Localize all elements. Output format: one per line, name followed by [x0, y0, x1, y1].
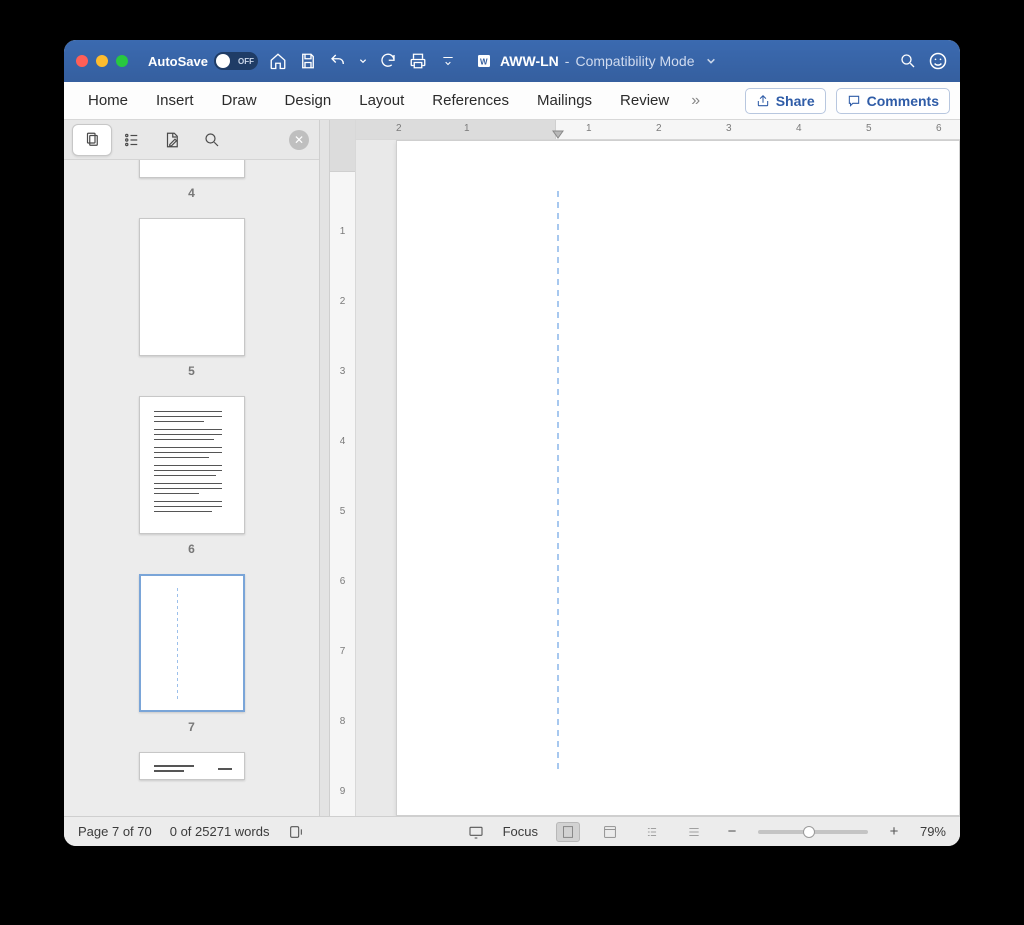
editor-area: 2 1 1 2 3 4 5 6 1 2 3 4 5 6 7 8 9 — [320, 120, 960, 816]
navigation-pane: ✕ 4 5 — [64, 120, 320, 816]
thumbnail-label-5: 5 — [188, 364, 195, 378]
vruler-tick: 4 — [330, 436, 355, 447]
traffic-lights — [76, 55, 128, 67]
status-word-count[interactable]: 0 of 25271 words — [170, 824, 270, 839]
zoom-percent[interactable]: 79% — [920, 824, 946, 839]
search-icon[interactable] — [898, 51, 918, 71]
thumbnail-page-6[interactable] — [139, 396, 245, 534]
ruler-gutter — [320, 120, 330, 816]
dictation-icon[interactable] — [287, 823, 305, 841]
autosave-switch[interactable]: OFF — [214, 52, 258, 70]
nav-tab-thumbnails[interactable] — [72, 124, 112, 156]
vruler-tick: 7 — [330, 646, 355, 657]
account-icon[interactable] — [928, 51, 948, 71]
word-doc-icon: W — [474, 51, 494, 71]
title-dropdown-icon[interactable] — [701, 51, 721, 71]
vruler-tick: 2 — [330, 296, 355, 307]
zoom-out-button[interactable]: − — [724, 824, 740, 840]
home-icon[interactable] — [268, 51, 288, 71]
tab-references[interactable]: References — [418, 82, 523, 119]
nav-tab-find[interactable] — [192, 124, 232, 156]
ribbon-overflow-icon[interactable]: » — [683, 92, 708, 110]
tab-layout[interactable]: Layout — [345, 82, 418, 119]
page-7[interactable] — [396, 140, 960, 816]
app-window: AutoSave OFF W AWW-LN - Compatibility Mo… — [64, 40, 960, 846]
vruler-tick: 1 — [330, 226, 355, 237]
thumbnail-label-4: 4 — [188, 186, 195, 200]
focus-label[interactable]: Focus — [503, 824, 538, 839]
undo-dropdown-icon[interactable] — [358, 51, 368, 71]
svg-text:W: W — [480, 57, 488, 66]
zoom-in-button[interactable]: + — [886, 824, 902, 840]
status-bar: Page 7 of 70 0 of 25271 words Focus − + … — [64, 816, 960, 846]
thumbnails-icon — [83, 131, 101, 149]
comment-icon — [847, 94, 861, 108]
vruler-tick: 5 — [330, 506, 355, 517]
status-page[interactable]: Page 7 of 70 — [78, 824, 152, 839]
nav-tab-review[interactable] — [152, 124, 192, 156]
view-outline[interactable] — [640, 822, 664, 842]
tab-home[interactable]: Home — [74, 82, 142, 119]
tab-insert[interactable]: Insert — [142, 82, 208, 119]
vruler-tick: 8 — [330, 716, 355, 727]
document-title[interactable]: W AWW-LN - Compatibility Mode — [474, 51, 721, 71]
doc-mode: Compatibility Mode — [575, 53, 694, 69]
doc-name: AWW-LN — [500, 53, 559, 69]
tab-design[interactable]: Design — [271, 82, 346, 119]
tab-draw[interactable]: Draw — [208, 82, 271, 119]
tab-review[interactable]: Review — [606, 82, 683, 119]
thumbnail-label-7: 7 — [188, 720, 195, 734]
ribbon-tabs: Home Insert Draw Design Layout Reference… — [64, 82, 960, 120]
window-close-button[interactable] — [76, 55, 88, 67]
page-edit-icon — [163, 131, 181, 149]
save-icon[interactable] — [298, 51, 318, 71]
headings-icon — [123, 131, 141, 149]
thumbnail-page-4[interactable] — [139, 160, 245, 178]
window-minimize-button[interactable] — [96, 55, 108, 67]
title-bar: AutoSave OFF W AWW-LN - Compatibility Mo… — [64, 40, 960, 82]
focus-mode-icon[interactable] — [467, 823, 485, 841]
document-canvas[interactable] — [356, 120, 960, 816]
vruler-tick: 3 — [330, 366, 355, 377]
tab-mailings[interactable]: Mailings — [523, 82, 606, 119]
vruler-tick: 9 — [330, 786, 355, 797]
thumbnails-list[interactable]: 4 5 — [64, 160, 319, 816]
find-icon — [203, 131, 221, 149]
view-draft[interactable] — [682, 822, 706, 842]
window-maximize-button[interactable] — [116, 55, 128, 67]
thumbnail-page-7[interactable] — [139, 574, 245, 712]
nav-close-button[interactable]: ✕ — [289, 130, 309, 150]
share-label: Share — [776, 93, 815, 109]
share-button[interactable]: Share — [745, 88, 826, 114]
view-web-layout[interactable] — [598, 822, 622, 842]
thumbnail-label-6: 6 — [188, 542, 195, 556]
zoom-slider-thumb[interactable] — [803, 826, 815, 838]
comments-button[interactable]: Comments — [836, 88, 950, 114]
body: ✕ 4 5 — [64, 120, 960, 816]
nav-tab-headings[interactable] — [112, 124, 152, 156]
doc-dash: - — [565, 53, 570, 69]
autosave-toggle[interactable]: AutoSave OFF — [148, 52, 258, 70]
view-print-layout[interactable] — [556, 822, 580, 842]
share-icon — [756, 94, 770, 108]
nav-tabs: ✕ — [64, 120, 319, 160]
autosave-label: AutoSave — [148, 54, 208, 69]
thumbnail-page-8[interactable] — [139, 752, 245, 780]
undo-icon[interactable] — [328, 51, 348, 71]
vruler-tick: 6 — [330, 576, 355, 587]
comments-label: Comments — [867, 93, 939, 109]
redo-icon[interactable] — [378, 51, 398, 71]
print-icon[interactable] — [408, 51, 428, 71]
page-content-column — [557, 191, 559, 771]
zoom-slider[interactable] — [758, 830, 868, 834]
thumbnail-page-5[interactable] — [139, 218, 245, 356]
qat-overflow-icon[interactable] — [438, 51, 458, 71]
vertical-ruler[interactable]: 1 2 3 4 5 6 7 8 9 — [330, 120, 356, 816]
